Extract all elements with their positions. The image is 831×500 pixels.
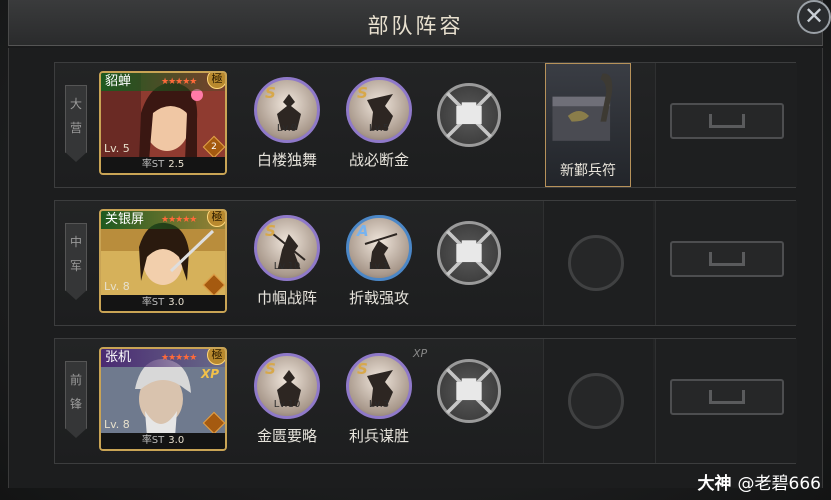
skill-slot[interactable]: S Lv.10 金匮要略: [251, 353, 323, 446]
skill-slot[interactable]: S Lv.5 战必断金: [343, 77, 415, 170]
hero-stars: ★★★★★: [161, 77, 197, 87]
empty-equip-slot[interactable]: [655, 63, 797, 187]
skill-slot[interactable]: A Lv.1 折戟强攻: [343, 215, 415, 308]
skill-icon: S Lv.9: [254, 77, 320, 143]
locked-skill-slot[interactable]: [437, 83, 501, 147]
skill-slot[interactable]: S Lv.9 白楼独舞: [251, 77, 323, 170]
disabled-equip-slot: [543, 339, 653, 463]
tally-item-card[interactable]: 新鄞兵符: [545, 63, 631, 187]
title-bar: 部队阵容: [8, 0, 823, 46]
locked-chest-icon: [445, 229, 493, 277]
empty-slot-icon: [670, 379, 784, 415]
item-name: 新鄞兵符: [560, 163, 616, 179]
skill-icon: S Lv.5: [346, 77, 412, 143]
empty-slot-icon: [670, 241, 784, 277]
close-button[interactable]: ✕: [797, 0, 831, 34]
formation-panel: 大营 貂蝉 ★★★★★ 極 Lv. 5 2 率ST 2.5 S Lv.9 白楼独…: [8, 48, 823, 488]
skill-icon: A Lv.1: [346, 215, 412, 281]
skill-name: 战必断金: [348, 151, 409, 169]
hero-level: Lv. 8: [104, 280, 130, 293]
disabled-slot-icon: [568, 235, 624, 291]
skill-name: 利兵谋胜: [348, 427, 409, 445]
skill-name: 金匮要略: [256, 427, 317, 445]
row-tag: 前锋: [65, 361, 87, 438]
hero-stat: 率ST 3.0: [101, 295, 225, 311]
hero-card[interactable]: 关银屏 ★★★★★ 極 Lv. 8 率ST 3.0: [99, 209, 227, 313]
empty-equip-slot[interactable]: [655, 201, 797, 325]
row-tag: 中军: [65, 223, 87, 300]
skill-slot[interactable]: S Lv.10 巾帼战阵: [251, 215, 323, 308]
hero-stat: 率ST 3.0: [101, 433, 225, 449]
locked-chest-icon: [445, 367, 493, 415]
hero-name: 张机: [105, 350, 132, 365]
skill-name: 巾帼战阵: [256, 289, 317, 307]
disabled-equip-slot: [543, 201, 653, 325]
page-title: 部队阵容: [367, 14, 464, 38]
hero-stars: ★★★★★: [161, 353, 197, 363]
screen: 部队阵容 ✕ 大营 貂蝉 ★★★★★ 極 Lv. 5 2 率ST 2.5 S L…: [0, 0, 831, 500]
locked-chest-icon: [445, 91, 493, 139]
tally-chest-icon: [552, 73, 613, 141]
skill-slot[interactable]: S Lv.3 利兵谋胜: [343, 353, 415, 446]
hero-card[interactable]: 张机 ★★★★★ 極 Lv. 8 XP 率ST 3.0: [99, 347, 227, 451]
formation-row-center: 中军 关银屏 ★★★★★ 極 Lv. 8 率ST 3.0 S Lv.10 巾帼战…: [54, 200, 797, 326]
hero-name: 貂蝉: [105, 74, 132, 89]
empty-equip-slot[interactable]: [655, 339, 797, 463]
skill-name: 白楼独舞: [256, 151, 317, 169]
locked-skill-slot[interactable]: [437, 359, 501, 423]
skill-icon: S Lv.3: [346, 353, 412, 419]
hero-name: 关银屏: [105, 212, 145, 227]
formation-row-vanguard: 前锋 张机 ★★★★★ 極 Lv. 8 XP 率ST 3.0 S Lv.10 金…: [54, 338, 797, 464]
formation-row-main: 大营 貂蝉 ★★★★★ 極 Lv. 5 2 率ST 2.5 S Lv.9 白楼独…: [54, 62, 797, 188]
hero-stars: ★★★★★: [161, 215, 197, 225]
disabled-slot-icon: [568, 373, 624, 429]
hero-level: Lv. 8: [104, 418, 130, 431]
skill-xp-tag: XP: [413, 347, 428, 360]
hero-card[interactable]: 貂蝉 ★★★★★ 極 Lv. 5 2 率ST 2.5: [99, 71, 227, 175]
skill-icon: S Lv.10: [254, 215, 320, 281]
row-tag: 大营: [65, 85, 87, 162]
skill-name: 折戟强攻: [348, 289, 409, 307]
hero-xp-badge: XP: [200, 367, 219, 381]
empty-slot-icon: [670, 103, 784, 139]
hero-stat: 率ST 2.5: [101, 157, 225, 173]
skill-icon: S Lv.10: [254, 353, 320, 419]
hero-level: Lv. 5: [104, 142, 130, 155]
locked-skill-slot[interactable]: [437, 221, 501, 285]
watermark: 大神 @老碧666: [697, 474, 821, 494]
